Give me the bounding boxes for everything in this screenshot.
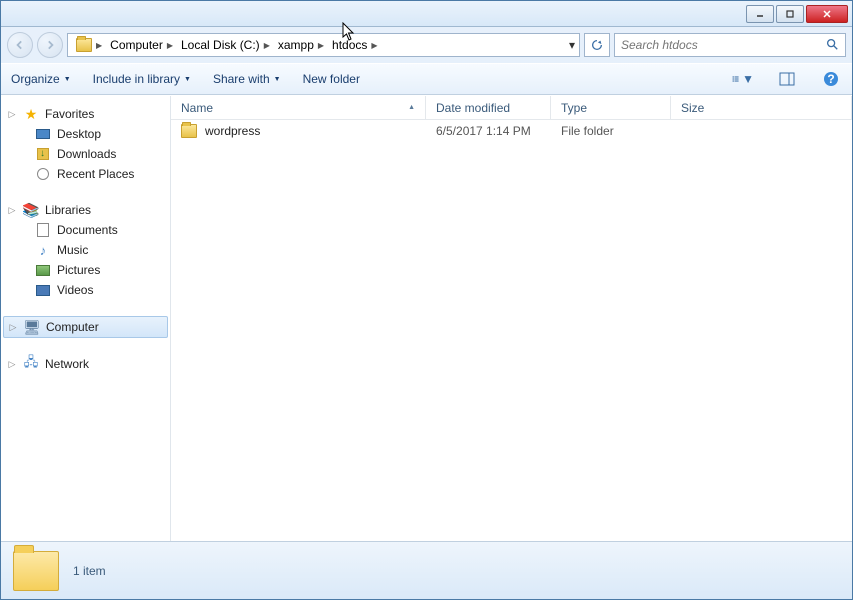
breadcrumb[interactable]: ▶ Computer▶ Local Disk (C:)▶ xampp▶ htdo… <box>67 33 580 57</box>
minimize-button[interactable] <box>746 5 774 23</box>
music-icon: ♪ <box>35 242 51 258</box>
breadcrumb-root[interactable]: ▶ <box>72 34 106 56</box>
file-row[interactable]: wordpress 6/5/2017 1:14 PM File folder <box>171 120 852 142</box>
network-icon: 🖧 <box>23 356 39 372</box>
file-pane: Name▲ Date modified Type Size wordpress … <box>171 96 852 541</box>
folder-icon <box>181 124 197 138</box>
file-name: wordpress <box>205 124 260 138</box>
svg-text:?: ? <box>827 72 834 86</box>
breadcrumb-dropdown[interactable]: ▾ <box>569 38 575 52</box>
sidebar-computer[interactable]: ▷🖥Computer <box>3 316 168 338</box>
sidebar-recent-places[interactable]: Recent Places <box>1 164 170 184</box>
help-button[interactable]: ? <box>820 68 842 90</box>
sidebar: ▷★Favorites Desktop Downloads Recent Pla… <box>1 96 171 541</box>
new-folder-button[interactable]: New folder <box>303 72 360 86</box>
close-button[interactable] <box>806 5 848 23</box>
sidebar-downloads[interactable]: Downloads <box>1 144 170 164</box>
file-type: File folder <box>551 124 671 138</box>
breadcrumb-xampp[interactable]: xampp▶ <box>274 34 328 56</box>
pictures-icon <box>36 265 50 276</box>
forward-button[interactable] <box>37 32 63 58</box>
share-with-button[interactable]: Share with▼ <box>213 72 281 86</box>
sidebar-desktop[interactable]: Desktop <box>1 124 170 144</box>
preview-pane-button[interactable] <box>776 68 798 90</box>
sidebar-network[interactable]: ▷🖧Network <box>1 354 170 374</box>
include-in-library-button[interactable]: Include in library▼ <box>93 72 191 86</box>
breadcrumb-localdisk[interactable]: Local Disk (C:)▶ <box>177 34 274 56</box>
sidebar-favorites[interactable]: ▷★Favorites <box>1 104 170 124</box>
star-icon: ★ <box>23 106 39 122</box>
organize-button[interactable]: Organize▼ <box>11 72 71 86</box>
back-button[interactable] <box>7 32 33 58</box>
status-bar: 1 item <box>1 541 852 599</box>
status-text: 1 item <box>73 564 106 578</box>
sidebar-libraries[interactable]: ▷📚Libraries <box>1 200 170 220</box>
sidebar-pictures[interactable]: Pictures <box>1 260 170 280</box>
videos-icon <box>36 285 50 296</box>
downloads-icon <box>37 148 49 160</box>
search-input[interactable] <box>621 38 825 52</box>
breadcrumb-computer[interactable]: Computer▶ <box>106 34 177 56</box>
column-name[interactable]: Name▲ <box>171 96 426 119</box>
computer-icon: 🖥 <box>24 319 40 335</box>
refresh-button[interactable] <box>584 33 610 57</box>
column-date[interactable]: Date modified <box>426 96 551 119</box>
maximize-button[interactable] <box>776 5 804 23</box>
search-box[interactable] <box>614 33 846 57</box>
search-icon[interactable] <box>825 37 839 54</box>
titlebar <box>1 1 852 27</box>
toolbar: Organize▼ Include in library▼ Share with… <box>1 63 852 95</box>
address-bar: ▶ Computer▶ Local Disk (C:)▶ xampp▶ htdo… <box>1 27 852 63</box>
recent-icon <box>37 168 49 180</box>
column-size[interactable]: Size <box>671 96 852 119</box>
sort-indicator-icon: ▲ <box>408 104 415 111</box>
column-type[interactable]: Type <box>551 96 671 119</box>
breadcrumb-htdocs[interactable]: htdocs▶ <box>328 34 382 56</box>
sidebar-music[interactable]: ♪Music <box>1 240 170 260</box>
desktop-icon <box>36 129 50 139</box>
sidebar-videos[interactable]: Videos <box>1 280 170 300</box>
sidebar-documents[interactable]: Documents <box>1 220 170 240</box>
view-options-button[interactable]: ▼ <box>732 68 754 90</box>
libraries-icon: 📚 <box>23 202 39 218</box>
column-headers: Name▲ Date modified Type Size <box>171 96 852 120</box>
documents-icon <box>37 223 49 237</box>
folder-icon <box>76 38 92 52</box>
status-folder-icon <box>13 551 59 591</box>
file-date: 6/5/2017 1:14 PM <box>426 124 551 138</box>
